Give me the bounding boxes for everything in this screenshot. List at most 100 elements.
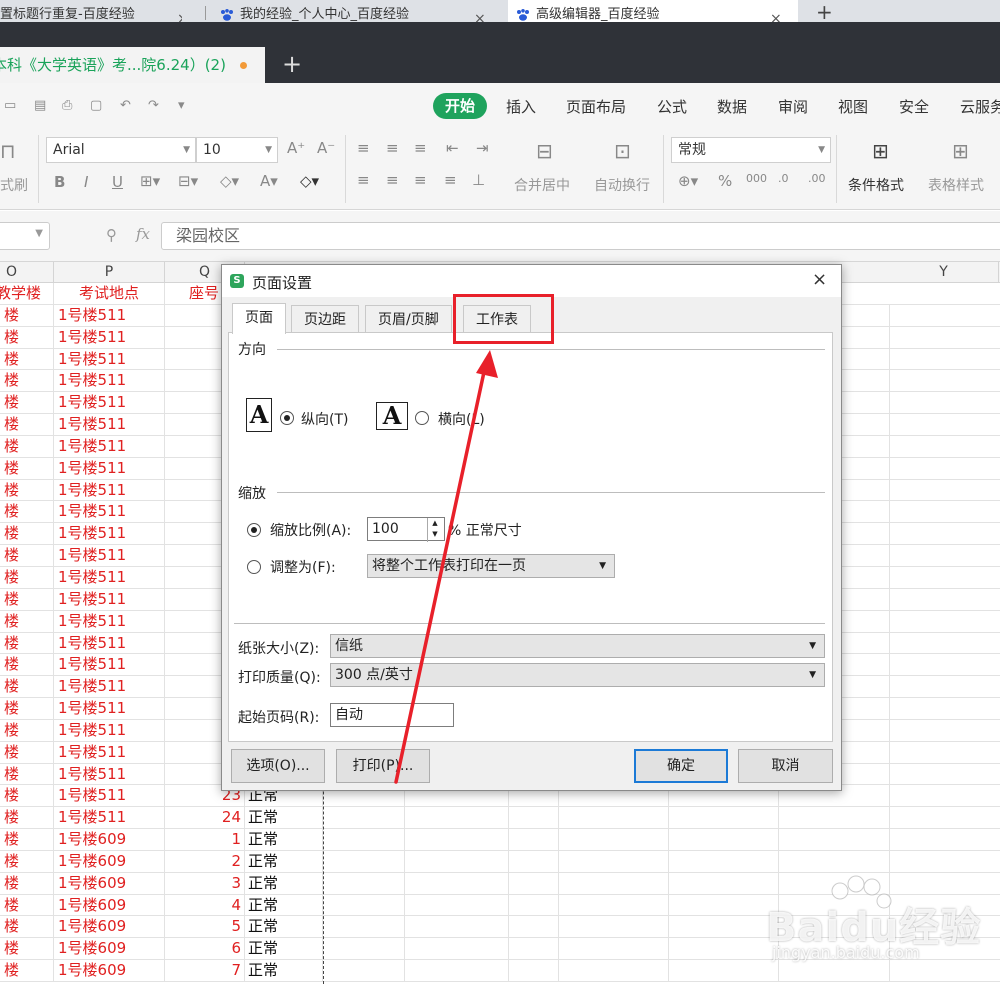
empty-cell[interactable] xyxy=(558,894,559,916)
formula-input[interactable]: 梁园校区 xyxy=(161,222,1000,250)
options-button[interactable]: 选项(O)... xyxy=(231,749,325,783)
cell-location[interactable]: 1号楼511 xyxy=(54,479,165,501)
tab-header-footer[interactable]: 页眉/页脚 xyxy=(365,305,452,333)
cell-seat[interactable]: 6 xyxy=(165,938,245,960)
number-format-select[interactable]: 常规 ▼ xyxy=(671,137,831,163)
empty-cell[interactable] xyxy=(889,785,890,807)
cell-location[interactable]: 1号楼609 xyxy=(54,829,165,850)
align-middle-icon[interactable]: ≡ xyxy=(386,139,399,157)
empty-cell[interactable] xyxy=(889,545,890,566)
empty-cell[interactable] xyxy=(889,698,890,719)
empty-cell[interactable] xyxy=(508,894,509,916)
empty-cell[interactable] xyxy=(668,916,669,938)
portrait-radio[interactable] xyxy=(280,411,294,425)
tab-page[interactable]: 页面 xyxy=(232,303,286,334)
menu-cloud[interactable]: 云服务 xyxy=(960,96,1000,117)
indent-decrease-icon[interactable]: ⇤ xyxy=(446,139,459,157)
cell-building[interactable]: 楼 xyxy=(0,894,54,916)
justify-icon[interactable]: ≡ xyxy=(444,171,457,189)
empty-cell[interactable] xyxy=(668,894,669,916)
decrease-decimal-icon[interactable]: .00 xyxy=(808,172,826,185)
cell-location[interactable]: 1号楼609 xyxy=(54,872,165,894)
browser-tab-1[interactable]: 置标题行重复-百度经验 × xyxy=(0,0,182,22)
cell-location[interactable]: 1号楼609 xyxy=(54,850,165,872)
cell-building[interactable]: 楼 xyxy=(0,938,54,960)
merge-center-label[interactable]: 合并居中 xyxy=(514,175,570,195)
cell-seat[interactable]: 7 xyxy=(165,960,245,981)
increase-decimal-icon[interactable]: .0 xyxy=(778,172,789,185)
cell-location[interactable]: 1号楼511 xyxy=(54,588,165,610)
bold-icon[interactable]: B xyxy=(54,173,65,191)
empty-cell[interactable] xyxy=(508,916,509,938)
empty-cell[interactable] xyxy=(778,850,779,872)
empty-cell[interactable] xyxy=(404,850,405,872)
cell-building[interactable]: 楼 xyxy=(0,326,54,348)
menu-security[interactable]: 安全 xyxy=(899,96,929,117)
empty-cell[interactable] xyxy=(889,435,890,457)
header-cell-building[interactable]: 教学楼 xyxy=(0,283,54,304)
empty-cell[interactable] xyxy=(668,938,669,960)
italic-icon[interactable]: I xyxy=(84,173,88,191)
cell-location[interactable]: 1号楼511 xyxy=(54,719,165,741)
cell-seat[interactable]: 4 xyxy=(165,894,245,916)
empty-cell[interactable] xyxy=(889,829,890,850)
browser-tab-2[interactable]: 我的经验_个人中心_百度经验 × xyxy=(212,0,500,22)
cell-building[interactable]: 楼 xyxy=(0,545,54,566)
empty-cell[interactable] xyxy=(508,872,509,894)
percent-icon[interactable]: % xyxy=(718,172,732,190)
format-painter-label[interactable]: 式刷 xyxy=(0,175,28,195)
empty-cell[interactable] xyxy=(668,960,669,981)
menu-insert[interactable]: 插入 xyxy=(506,96,536,117)
empty-cell[interactable] xyxy=(668,807,669,829)
browser-tab-3[interactable]: 高级编辑器_百度经验 × xyxy=(508,0,798,22)
cell-building[interactable]: 楼 xyxy=(0,960,54,981)
column-header-o[interactable]: O xyxy=(0,262,54,283)
cell-format-icon[interactable]: ⊟▾ xyxy=(178,172,198,190)
cell-building[interactable]: 楼 xyxy=(0,676,54,698)
empty-cell[interactable] xyxy=(889,566,890,588)
cell-location[interactable]: 1号楼609 xyxy=(54,938,165,960)
empty-cell[interactable] xyxy=(404,872,405,894)
decrease-font-icon[interactable]: A⁻ xyxy=(317,139,335,157)
cell-location[interactable]: 1号楼511 xyxy=(54,676,165,698)
cell-building[interactable]: 楼 xyxy=(0,698,54,719)
font-color-icon[interactable]: A▾ xyxy=(260,172,278,190)
cell-building[interactable]: 楼 xyxy=(0,392,54,414)
cell-building[interactable]: 楼 xyxy=(0,414,54,435)
empty-cell[interactable] xyxy=(558,872,559,894)
empty-cell[interactable] xyxy=(508,829,509,850)
empty-cell[interactable] xyxy=(889,632,890,654)
cell-building[interactable]: 楼 xyxy=(0,829,54,850)
empty-cell[interactable] xyxy=(508,960,509,981)
cell-status[interactable]: 正常 xyxy=(245,938,323,960)
cell-building[interactable]: 楼 xyxy=(0,304,54,326)
cell-seat[interactable]: 2 xyxy=(165,850,245,872)
align-bottom-icon[interactable]: ≡ xyxy=(414,139,427,157)
wrap-text-label[interactable]: 自动换行 xyxy=(594,175,650,195)
empty-cell[interactable] xyxy=(558,938,559,960)
empty-cell[interactable] xyxy=(889,304,890,326)
empty-cell[interactable] xyxy=(889,807,890,829)
cell-building[interactable]: 楼 xyxy=(0,370,54,392)
cell-building[interactable]: 楼 xyxy=(0,435,54,457)
cell-seat[interactable]: 24 xyxy=(165,807,245,829)
empty-cell[interactable] xyxy=(889,457,890,479)
cell-seat[interactable]: 5 xyxy=(165,916,245,938)
underline-icon[interactable]: U xyxy=(112,173,123,191)
cell-status[interactable]: 正常 xyxy=(245,807,323,829)
cell-building[interactable]: 楼 xyxy=(0,632,54,654)
distribute-icon[interactable]: ⊥ xyxy=(472,171,485,189)
table-style-label[interactable]: 表格样式 xyxy=(928,175,984,195)
empty-cell[interactable] xyxy=(889,479,890,501)
cell-building[interactable]: 楼 xyxy=(0,566,54,588)
close-icon[interactable]: × xyxy=(177,4,182,22)
save-icon[interactable]: ▭ xyxy=(4,98,16,113)
cell-location[interactable]: 1号楼609 xyxy=(54,960,165,981)
menu-start[interactable]: 开始 xyxy=(433,93,487,119)
cell-location[interactable]: 1号楼511 xyxy=(54,392,165,414)
empty-cell[interactable] xyxy=(404,916,405,938)
cell-location[interactable]: 1号楼511 xyxy=(54,763,165,785)
thousands-icon[interactable]: 000 xyxy=(746,172,767,185)
empty-cell[interactable] xyxy=(889,348,890,370)
menu-review[interactable]: 审阅 xyxy=(778,96,808,117)
